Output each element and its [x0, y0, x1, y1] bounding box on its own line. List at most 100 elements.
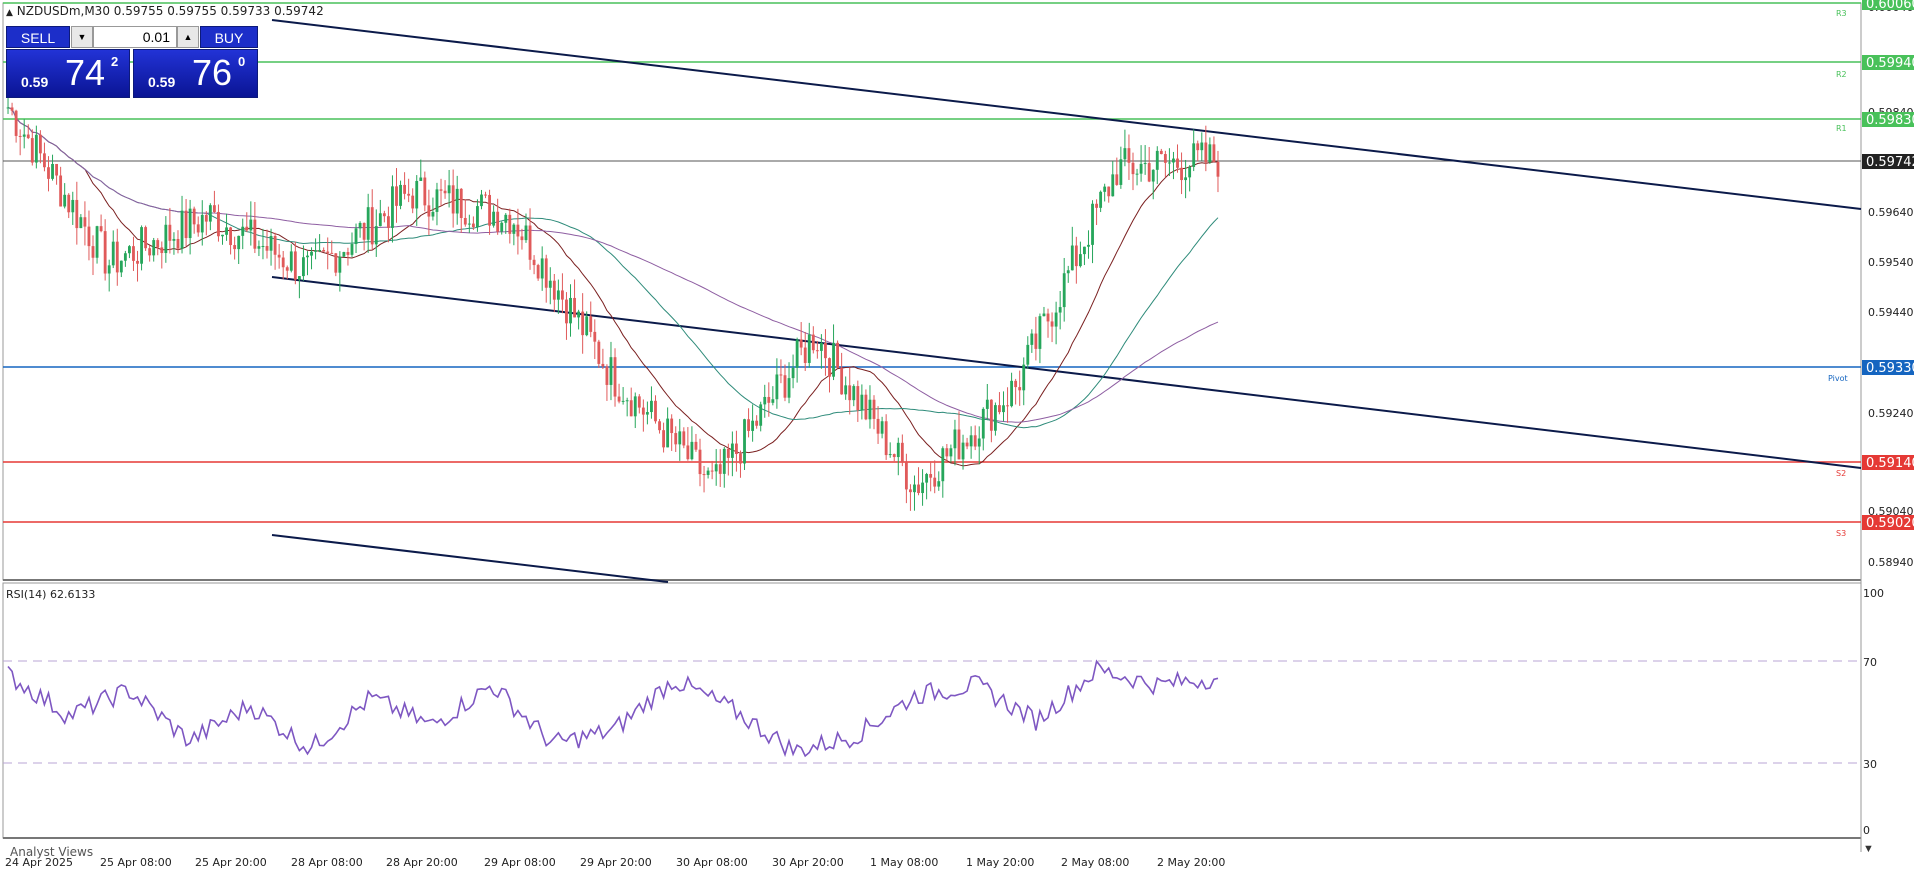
candle-body	[1168, 162, 1171, 164]
candle-body	[637, 396, 641, 408]
candle-body	[168, 224, 172, 241]
channel-middle-line[interactable]	[271, 276, 1862, 469]
candle-body	[985, 399, 989, 409]
candle-body	[55, 163, 58, 176]
candle-body	[160, 247, 164, 254]
candle-body	[265, 245, 269, 251]
buy-quote[interactable]: 0.59 76 0	[133, 49, 258, 98]
candle-body	[807, 334, 811, 363]
candle-body	[196, 224, 200, 233]
candle-body	[1006, 405, 1009, 407]
candle-body	[257, 246, 261, 249]
candle-body	[1103, 186, 1107, 192]
candle-body	[492, 211, 496, 226]
candle-body	[569, 297, 572, 324]
candle-body	[913, 484, 916, 493]
candle-body	[739, 454, 742, 464]
candle-body	[1111, 174, 1115, 197]
buy-button[interactable]: BUY	[200, 26, 258, 48]
candle-body	[633, 396, 637, 417]
candle-body	[87, 226, 91, 247]
candle-body	[1159, 150, 1163, 155]
rsi-tick-30: 30	[1863, 758, 1877, 771]
candle-body	[63, 194, 67, 207]
candle-body	[403, 184, 407, 194]
rsi-tick-0: 0	[1863, 824, 1870, 837]
candle-body	[658, 421, 661, 431]
candle-body	[208, 205, 212, 222]
candle-body	[690, 441, 694, 460]
candle-body	[419, 177, 423, 181]
chart-canvas[interactable]: R3 R2 R1 Pivot S2 S3 0.60040 0.59840 0.5…	[0, 0, 1916, 874]
candle-body	[306, 255, 309, 258]
trend-channel[interactable]	[271, 19, 1862, 583]
price-tick: 0.59240	[1868, 407, 1914, 420]
candle-body	[1074, 245, 1078, 267]
candle-body	[136, 260, 139, 264]
candle-body	[573, 297, 576, 318]
candle-body	[1172, 158, 1175, 163]
candle-body	[1204, 142, 1208, 163]
candle-body	[1046, 313, 1050, 322]
candle-body	[565, 299, 568, 324]
candle-body	[1066, 270, 1070, 274]
rsi-plot-frame	[2, 582, 1862, 839]
candle-body	[407, 193, 411, 196]
candle-body	[439, 189, 443, 191]
candle-body	[204, 214, 208, 222]
rsi-title: RSI(14) 62.6133	[6, 588, 95, 601]
candle-body	[508, 214, 512, 234]
triangle-up-icon[interactable]: ▲	[6, 8, 13, 18]
candle-body	[998, 405, 1001, 413]
candle-body	[678, 431, 682, 445]
candle-body	[30, 138, 34, 163]
candle-body	[702, 474, 706, 476]
candle-body	[783, 375, 787, 398]
candle-body	[123, 253, 127, 261]
candle-body	[694, 441, 698, 450]
sell-price-fraction: 2	[111, 54, 119, 69]
candle-body	[249, 219, 253, 231]
candle-body	[512, 224, 516, 234]
candle-body	[1155, 150, 1159, 170]
candle-body	[172, 238, 176, 241]
chevron-down-icon[interactable]: ▼	[71, 26, 93, 48]
candle-body	[1127, 148, 1131, 163]
candle-body	[399, 184, 402, 206]
candle-body	[767, 396, 771, 403]
candle-body	[128, 246, 131, 254]
candle-body	[775, 374, 779, 400]
lot-size-input[interactable]: 0.01	[93, 26, 177, 48]
sell-quote[interactable]: 0.59 74 2	[6, 49, 130, 98]
chevron-up-icon[interactable]: ▲	[177, 26, 199, 48]
channel-upper-line[interactable]	[271, 19, 1862, 210]
candle-body	[180, 210, 184, 249]
candle-body	[536, 265, 540, 279]
candle-body	[965, 442, 969, 447]
candle-body	[824, 343, 827, 359]
one-click-trading-panel: SELL ▼ 0.01 ▲ BUY 0.59 74 2 0.59 76 0	[6, 26, 258, 98]
candle-body	[451, 185, 455, 214]
analyst-views-tab[interactable]: Analyst Views	[10, 845, 93, 859]
candle-body	[670, 418, 674, 434]
candle-body	[791, 367, 795, 379]
candle-body	[876, 418, 880, 434]
candle-body	[682, 431, 686, 446]
channel-lower-line[interactable]	[271, 534, 669, 583]
scroll-down-icon[interactable]: ▼	[1863, 843, 1874, 855]
candle-body	[884, 421, 888, 456]
s2-price-tag-text: 0.59140	[1866, 456, 1916, 471]
candle-body	[1018, 387, 1022, 391]
candle-body	[617, 396, 621, 402]
rsi-line	[7, 659, 1219, 758]
candle-body	[949, 448, 953, 457]
candle-body	[455, 188, 459, 214]
sell-button[interactable]: SELL	[6, 26, 70, 48]
symbol-ohlc-text: NZDUSDm,M30 0.59755 0.59755 0.59733 0.59…	[16, 4, 324, 18]
candle-body	[1099, 191, 1103, 208]
time-axis: 24 Apr 2025 25 Apr 08:00 25 Apr 20:00 28…	[5, 856, 1225, 869]
candle-body	[342, 252, 346, 257]
candle-body	[241, 226, 245, 236]
candle-body	[945, 448, 949, 457]
candle-body	[132, 246, 135, 261]
